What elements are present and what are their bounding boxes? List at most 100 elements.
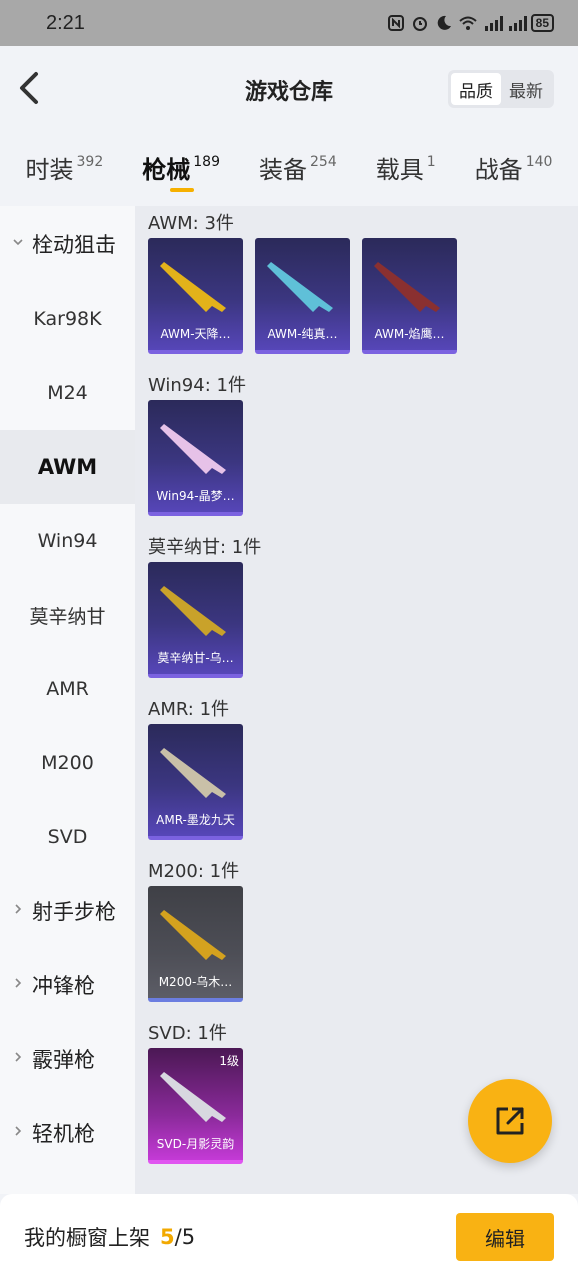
category-tabs: 时装 392 枪械 189 装备 254 载具 1 战备 140	[0, 134, 578, 204]
edit-button[interactable]: 编辑	[456, 1213, 554, 1261]
tab-equipment[interactable]: 装备 254	[259, 134, 337, 204]
tab-count: 254	[310, 154, 337, 170]
tab-count: 392	[76, 154, 104, 170]
share-button[interactable]	[468, 1079, 552, 1163]
tab-active-indicator	[170, 188, 195, 192]
skin-card[interactable]: AWM-纯真…	[255, 238, 350, 354]
tab-weapons[interactable]: 枪械 189	[142, 134, 220, 204]
skin-name: AWM-天降…	[160, 327, 231, 341]
sidebar-group-label: 射手步枪	[32, 900, 116, 924]
status-bar: 2:21 85	[0, 0, 578, 46]
chevron-down-icon	[12, 236, 26, 252]
rifle-icon	[160, 424, 226, 474]
tab-fashion[interactable]: 时装 392	[26, 134, 104, 204]
sidebar-item-awm[interactable]: AWM	[0, 430, 135, 504]
status-time: 2:21	[46, 11, 85, 34]
status-icons: 85	[387, 14, 554, 32]
chevron-right-icon	[12, 977, 26, 993]
section-cards-win94: Win94-晶梦…	[148, 400, 578, 516]
section-title-amr: AMR: 1件	[148, 699, 230, 720]
back-button[interactable]	[14, 68, 48, 108]
rifle-icon	[374, 262, 440, 312]
moon-icon	[435, 14, 453, 32]
sidebar-group-label: 冲锋枪	[32, 974, 95, 998]
section-title-awm: AWM: 3件	[148, 213, 234, 234]
tab-vehicles[interactable]: 载具 1	[376, 134, 436, 204]
tab-label: 战备	[474, 156, 523, 184]
section-title-svd: SVD: 1件	[148, 1023, 227, 1044]
section-title-mosin: 莫辛纳甘: 1件	[148, 537, 262, 558]
section-title-win94: Win94: 1件	[148, 375, 246, 396]
sidebar-item-m24[interactable]: M24	[0, 356, 135, 430]
sidebar-item-win94[interactable]: Win94	[0, 504, 135, 578]
tab-label: 时装	[25, 156, 74, 184]
sort-quality-button[interactable]: 品质	[451, 73, 501, 105]
skin-card[interactable]: Win94-晶梦…	[148, 400, 243, 516]
tab-label: 载具	[375, 156, 424, 184]
rifle-icon	[160, 748, 226, 798]
sidebar-group-label: 霰弹枪	[32, 1048, 95, 1072]
tab-label: 装备	[259, 156, 307, 184]
sidebar-group-dmr[interactable]: 射手步枪	[0, 874, 135, 948]
skin-card[interactable]: AWM-天降…	[148, 238, 243, 354]
skin-name: M200-乌木…	[158, 975, 233, 989]
battery-indicator: 85	[530, 14, 554, 32]
weapon-type-sidebar: 栓动狙击 Kar98K M24 AWM Win94 莫辛纳甘 AMR M200 …	[0, 206, 135, 1194]
sort-toggle: 品质 最新	[448, 70, 554, 108]
sidebar-group-shotgun[interactable]: 霰弹枪	[0, 1022, 135, 1096]
showcase-total-count: 5	[181, 1225, 196, 1249]
sidebar-group-smg[interactable]: 冲锋枪	[0, 948, 135, 1022]
rifle-icon	[160, 1072, 226, 1122]
rifle-icon	[160, 262, 226, 312]
section-cards-awm: AWM-天降… AWM-纯真… AWM-焰鹰…	[148, 238, 578, 354]
share-icon	[496, 1107, 524, 1135]
sidebar-item-amr[interactable]: AMR	[0, 652, 135, 726]
signal-icon-2	[507, 14, 527, 32]
tab-battle-gear[interactable]: 战备 140	[475, 134, 553, 204]
showcase-used-count: 5	[160, 1225, 175, 1249]
back-arrow-icon	[20, 72, 38, 104]
section-cards-m200: M200-乌木…	[148, 886, 578, 1002]
sidebar-group-lmg[interactable]: 轻机枪	[0, 1096, 135, 1170]
skin-name: AWM-焰鹰…	[374, 327, 445, 341]
sidebar-item-kar98k[interactable]: Kar98K	[0, 282, 135, 356]
tab-count: 140	[525, 154, 553, 170]
chevron-right-icon	[12, 903, 26, 919]
tab-label: 枪械	[142, 156, 191, 184]
rifle-icon	[160, 586, 226, 636]
skin-card[interactable]: 1级 SVD-月影灵韵	[148, 1048, 243, 1164]
skin-name: AWM-纯真…	[267, 327, 338, 341]
skin-card[interactable]: 莫辛纳甘-乌…	[148, 562, 243, 678]
wifi-icon	[458, 14, 477, 32]
sidebar-item-m200[interactable]: M200	[0, 726, 135, 800]
tab-count: 1	[426, 154, 436, 170]
showcase-label: 我的橱窗上架	[24, 1226, 150, 1250]
signal-icon-1	[483, 14, 503, 32]
sidebar-item-mosin[interactable]: 莫辛纳甘	[0, 578, 135, 652]
skin-name: Win94-晶梦…	[156, 489, 235, 503]
sidebar-group-label: 轻机枪	[32, 1122, 95, 1146]
skin-card[interactable]: AMR-墨龙九天	[148, 724, 243, 840]
sidebar-group-label: 栓动狙击	[32, 233, 116, 257]
sidebar-group-bolt-action[interactable]: 栓动狙击	[0, 206, 135, 282]
skin-name: AMR-墨龙九天	[156, 813, 235, 827]
showcase-footer: 我的橱窗上架 5 / 5 编辑	[0, 1194, 578, 1280]
section-cards-amr: AMR-墨龙九天	[148, 724, 578, 840]
skin-name: 莫辛纳甘-乌…	[157, 651, 234, 665]
sort-latest-button[interactable]: 最新	[501, 73, 551, 105]
section-title-m200: M200: 1件	[148, 861, 240, 882]
showcase-separator: /	[174, 1225, 182, 1249]
header: 游戏仓库 品质 最新	[0, 46, 578, 134]
nfc-icon	[387, 14, 405, 32]
sidebar-item-svd[interactable]: SVD	[0, 800, 135, 874]
rifle-icon	[160, 910, 226, 960]
skin-name: SVD-月影灵韵	[156, 1137, 235, 1151]
chevron-right-icon	[12, 1125, 26, 1141]
skin-card[interactable]: M200-乌木…	[148, 886, 243, 1002]
chevron-right-icon	[12, 1051, 26, 1067]
section-cards-mosin: 莫辛纳甘-乌…	[148, 562, 578, 678]
alarm-icon	[411, 14, 429, 32]
skin-list: AWM: 3件 AWM-天降… AWM-纯真… AWM-焰鹰… Win94: 1…	[135, 206, 578, 1194]
rifle-icon	[267, 262, 333, 312]
skin-card[interactable]: AWM-焰鹰…	[362, 238, 457, 354]
